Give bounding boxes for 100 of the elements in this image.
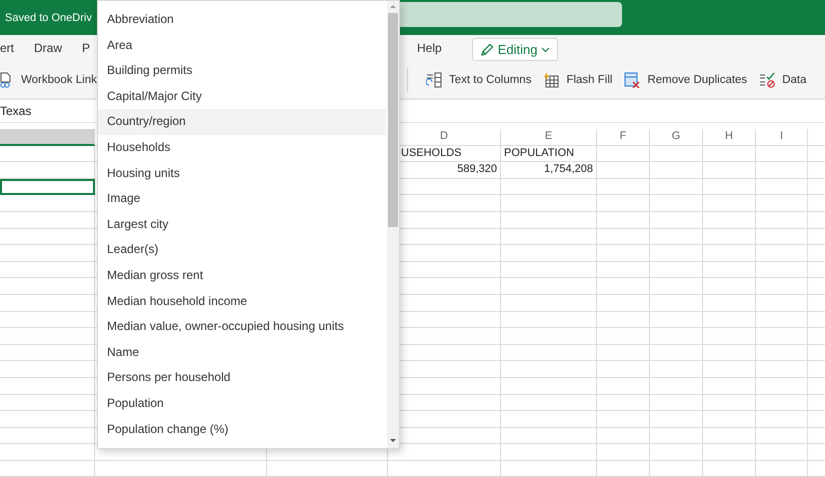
column-header[interactable]: F xyxy=(597,129,650,146)
table-cell xyxy=(703,378,756,394)
table-cell xyxy=(703,460,756,477)
table-cell xyxy=(756,444,808,461)
menu-item[interactable]: Image xyxy=(98,186,386,212)
menu-item[interactable]: Persons per household xyxy=(98,365,386,391)
table-cell xyxy=(650,278,703,295)
table-cell xyxy=(756,278,808,295)
table-cell xyxy=(597,262,650,278)
menu-item[interactable]: Households xyxy=(98,134,386,161)
table-cell xyxy=(650,245,703,262)
table-cell xyxy=(756,411,808,428)
table-cell xyxy=(597,444,650,461)
table-x-icon xyxy=(624,72,640,88)
table-cell xyxy=(703,146,756,162)
toolbar-button[interactable]: Data xyxy=(759,72,806,88)
table-cell xyxy=(650,294,703,312)
menu-item[interactable]: Housing units xyxy=(98,160,386,186)
table-cell xyxy=(650,394,703,412)
formula-value: Texas xyxy=(0,104,32,118)
table-cell xyxy=(756,178,808,196)
table-cell xyxy=(597,228,650,246)
table-cell xyxy=(650,228,703,246)
table-cell xyxy=(756,262,808,278)
menu-item[interactable]: Largest city xyxy=(98,212,386,238)
table-cell xyxy=(597,428,650,444)
table-cell xyxy=(650,146,703,162)
menu-item[interactable]: Country/region xyxy=(98,109,386,135)
table-cell xyxy=(597,394,650,412)
table-cell xyxy=(756,228,808,246)
table-cell xyxy=(756,378,808,394)
active-cell[interactable] xyxy=(0,178,95,196)
menu-item[interactable]: Area xyxy=(98,32,386,58)
table-cell xyxy=(597,195,650,212)
table-cell xyxy=(597,378,650,394)
table-cell xyxy=(597,245,650,262)
column-header[interactable]: G xyxy=(650,129,703,146)
column-header[interactable] xyxy=(0,129,95,146)
table-cell xyxy=(756,162,808,179)
table-cell xyxy=(703,444,756,461)
menu-item[interactable]: Population change (%) xyxy=(98,416,386,442)
table-cell xyxy=(756,195,808,212)
chevron-down-icon xyxy=(541,46,550,52)
table-cell xyxy=(703,245,756,262)
table-cell xyxy=(650,378,703,394)
table-cell: 1,754,208 xyxy=(501,162,597,179)
ribbon-tab[interactable]: Help xyxy=(417,38,442,60)
table-cell xyxy=(756,245,808,262)
ribbon-tab[interactable]: P xyxy=(82,38,90,60)
table-cell xyxy=(756,294,808,312)
lightning-grid-icon xyxy=(543,72,560,88)
table-cell xyxy=(597,460,650,477)
table-cell xyxy=(650,162,703,179)
table-cell xyxy=(650,262,703,278)
table-cell xyxy=(650,328,703,345)
column-header[interactable]: I xyxy=(756,129,808,146)
menu-item[interactable]: Population xyxy=(98,390,386,416)
table-cell xyxy=(756,460,808,477)
table-cell xyxy=(703,294,756,312)
menu-item[interactable]: Abbreviation xyxy=(98,7,386,33)
table-cell xyxy=(756,328,808,345)
table-cell xyxy=(756,344,808,362)
table-cell xyxy=(703,312,756,328)
checklist-icon xyxy=(759,72,776,88)
menu-item[interactable]: Median value, owner-occupied housing units xyxy=(98,314,386,340)
table-cell xyxy=(703,262,756,278)
menu-item[interactable]: Median household income xyxy=(98,288,386,314)
table-cell xyxy=(650,312,703,328)
table-cell xyxy=(756,212,808,229)
table-cell xyxy=(703,411,756,428)
table-cell xyxy=(703,394,756,412)
menu-item[interactable]: Leader(s) xyxy=(98,237,386,263)
scrollbar[interactable] xyxy=(387,1,399,448)
menu-item[interactable]: Building permits xyxy=(98,58,386,84)
table-cell xyxy=(597,312,650,328)
table-cell xyxy=(756,146,808,162)
table-cell xyxy=(650,344,703,362)
toolbar-button[interactable]: Remove Duplicates xyxy=(624,72,748,88)
toolbar-button[interactable]: Workbook Link xyxy=(0,72,97,88)
table-cell xyxy=(703,178,756,196)
table-cell xyxy=(597,294,650,312)
menu-item[interactable]: Median gross rent xyxy=(98,262,386,289)
table-cell xyxy=(756,361,808,378)
table-cell xyxy=(597,361,650,378)
editing-mode-button[interactable]: Editing xyxy=(472,38,558,61)
table-cell xyxy=(650,195,703,212)
toolbar-button[interactable]: Text to Columns xyxy=(426,72,532,88)
menu-item[interactable]: Name xyxy=(98,340,386,366)
table-cell xyxy=(703,278,756,295)
ribbon-tab[interactable]: ert xyxy=(0,38,14,60)
ribbon-tab[interactable]: Draw xyxy=(34,38,62,60)
table-cell xyxy=(650,212,703,229)
table-cell xyxy=(703,195,756,212)
table-cell xyxy=(650,361,703,378)
table-cell xyxy=(597,328,650,345)
column-header[interactable]: H xyxy=(703,129,756,146)
column-header[interactable]: E xyxy=(501,129,597,146)
table-cell xyxy=(597,344,650,362)
table-cell xyxy=(597,212,650,229)
toolbar-button[interactable]: Flash Fill xyxy=(543,72,612,88)
